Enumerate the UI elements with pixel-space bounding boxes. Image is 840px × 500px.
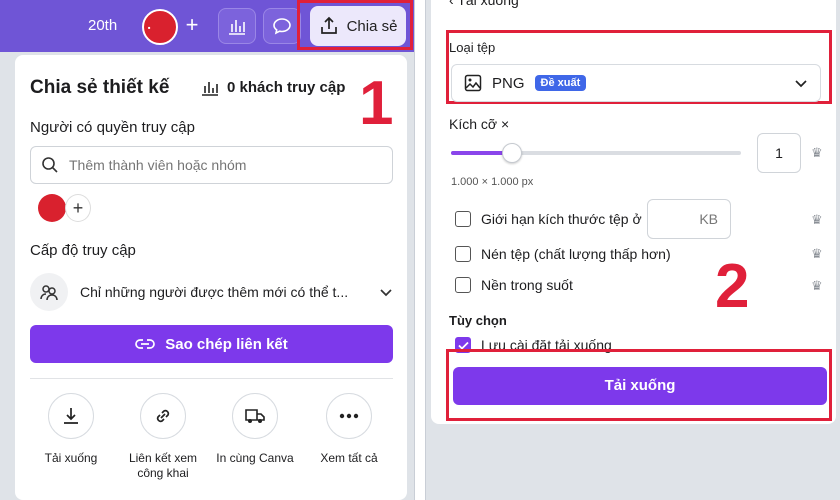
group-icon [30, 273, 68, 311]
comment-button[interactable] [263, 8, 301, 44]
file-type-value: PNG [492, 74, 525, 92]
share-panel: 20th ■ + Chia sẻ Chia sẻ thiết kế 0 khác… [0, 0, 415, 500]
advanced-options-label: Tùy chọn [449, 313, 507, 328]
visitor-count-label: 0 khách truy cập [227, 79, 346, 96]
limit-size-checkbox[interactable] [455, 211, 471, 227]
screenshot-stage: 20th ■ + Chia sẻ Chia sẻ thiết kế 0 khác… [0, 0, 840, 500]
download-card: ‹ Tải xuống Loại tệp PNG Đề xuất Kích cỡ… [431, 0, 836, 424]
action-print-label: In cùng Canva [216, 451, 294, 465]
crown-icon: ♛ [811, 246, 823, 261]
user-avatar[interactable]: ■ [142, 9, 178, 45]
share-title: Chia sẻ thiết kế [30, 77, 170, 98]
file-size-input[interactable]: KB [647, 199, 731, 239]
year-label: 20th [88, 17, 118, 34]
visitor-count[interactable]: 0 khách truy cập [201, 79, 345, 96]
divider [30, 378, 393, 379]
back-to-download[interactable]: ‹ Tải xuống [449, 0, 519, 8]
download-panel: ‹ Tải xuống Loại tệp PNG Đề xuất Kích cỡ… [425, 0, 840, 500]
limit-size-label: Giới hạn kích thước tệp ở [481, 211, 642, 227]
bar-chart-icon [229, 20, 245, 35]
link-icon [140, 393, 186, 439]
crown-icon: ♛ [811, 145, 823, 160]
access-level-select[interactable]: Chỉ những người được thêm mới có thể t..… [30, 271, 393, 313]
compress-option[interactable]: Nén tệp (chất lượng thấp hơn) [455, 246, 671, 262]
action-see-all-label: Xem tất cả [320, 451, 378, 465]
access-level-heading: Cấp độ truy cập [30, 242, 136, 259]
image-icon [464, 74, 482, 92]
limit-size-option[interactable]: Giới hạn kích thước tệp ở [455, 211, 642, 227]
action-print[interactable]: In cùng Canva [211, 393, 299, 466]
link-icon [135, 339, 156, 349]
action-download-label: Tải xuống [44, 451, 98, 465]
search-icon [42, 157, 58, 173]
truck-icon [232, 393, 278, 439]
size-slider-handle[interactable] [501, 143, 522, 163]
member-avatar[interactable] [38, 194, 66, 222]
crown-icon: ♛ [811, 212, 823, 227]
copy-link-button[interactable]: Sao chép liên kết [30, 325, 393, 363]
pixel-dimensions: 1.000 × 1.000 px [451, 176, 534, 188]
add-member-button[interactable]: + [65, 194, 91, 222]
highlight-box-download [446, 349, 832, 421]
share-card: Chia sẻ thiết kế 0 khách truy cập 1 Ngườ… [15, 55, 407, 500]
insights-button[interactable] [218, 8, 256, 44]
bar-chart-icon [202, 81, 218, 96]
action-download[interactable]: Tải xuống [27, 393, 115, 466]
action-see-all[interactable]: Xem tất cả [305, 393, 393, 466]
editor-topbar: 20th ■ + Chia sẻ [0, 0, 414, 52]
avatar-logo: ■ [148, 25, 151, 30]
download-icon [48, 393, 94, 439]
step-number-1: 1 [359, 69, 394, 138]
size-input[interactable]: 1 [757, 133, 801, 173]
transparent-bg-label: Nền trong suốt [481, 277, 573, 293]
access-level-value: Chỉ những người được thêm mới có thể t..… [80, 284, 349, 300]
member-search-input[interactable] [69, 157, 369, 173]
more-icon [326, 393, 372, 439]
transparent-bg-checkbox[interactable] [455, 277, 471, 293]
chevron-down-icon [380, 289, 392, 297]
crown-icon: ♛ [811, 278, 823, 293]
people-heading: Người có quyền truy cập [30, 119, 195, 136]
member-search[interactable] [30, 146, 393, 184]
action-public-link[interactable]: Liên kết xem công khai [119, 393, 207, 481]
file-type-label: Loại tệp [449, 40, 496, 55]
highlight-box-share [297, 0, 413, 50]
action-public-link-label: Liên kết xem công khai [128, 451, 198, 480]
file-type-select[interactable]: PNG Đề xuất [451, 64, 821, 102]
size-slider[interactable] [451, 143, 741, 163]
recommended-badge: Đề xuất [534, 75, 587, 91]
chevron-down-icon [795, 80, 807, 88]
transparent-bg-option[interactable]: Nền trong suốt [455, 277, 573, 293]
compress-label: Nén tệp (chất lượng thấp hơn) [481, 246, 671, 262]
comment-icon [273, 18, 291, 35]
size-label: Kích cỡ × [449, 116, 510, 132]
add-collaborator-button[interactable]: + [178, 10, 206, 42]
download-panel-title: Tải xuống [457, 0, 519, 8]
step-number-2: 2 [715, 252, 750, 321]
compress-checkbox[interactable] [455, 246, 471, 262]
copy-link-label: Sao chép liên kết [165, 335, 288, 353]
